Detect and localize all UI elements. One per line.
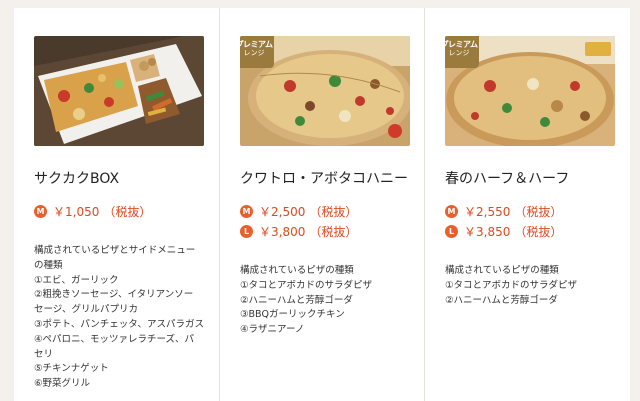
- price-value: ￥2,550: [464, 204, 511, 219]
- premium-range-badge: プレミアム レンジ: [240, 36, 274, 68]
- premium-range-badge: プレミアム レンジ: [445, 36, 479, 68]
- price-row-l: L ￥3,800 （税抜）: [240, 222, 408, 240]
- description-line: ④ペパロニ、モッツァレラチーズ、パ: [34, 333, 195, 345]
- badge-line2: レンジ: [448, 49, 470, 58]
- price-list: M ￥2,500 （税抜） L ￥3,800 （税抜）: [240, 202, 408, 240]
- product-card-quattro-abotaco-honey[interactable]: プレミアム レンジ クワトロ・アボタコハニー M ￥2,500 （税抜） L ￥…: [219, 8, 424, 401]
- product-card-saku-kaku-box[interactable]: サクカクBOX M ￥1,050 （税抜） 構成されているピザとサイドメニュー …: [14, 8, 219, 401]
- description-line: ②ハニーハムと芳醇ゴーダ: [240, 294, 353, 306]
- price-value: ￥3,800: [259, 224, 306, 239]
- description-line: ③ポテト、パンチェッタ、アスパラガス: [34, 318, 205, 330]
- price-row-m: M ￥1,050 （税抜）: [34, 202, 203, 220]
- tax-label: （税抜）: [309, 204, 358, 219]
- description-line: 構成されているピザの種類: [240, 265, 354, 276]
- description-line: 構成されているピザとサイドメニュー: [34, 245, 196, 256]
- description-line: ⑥野菜グリル: [34, 378, 91, 390]
- price-row-l: L ￥3,850 （税抜）: [445, 222, 613, 240]
- description-line: ④ラザニアーノ: [240, 324, 305, 336]
- description-line: ①エビ、ガーリック: [34, 274, 119, 286]
- product-name[interactable]: 春のハーフ＆ハーフ: [445, 168, 613, 188]
- product-photo[interactable]: プレミアム レンジ: [445, 36, 615, 146]
- description-line: 構成されているピザの種類: [445, 265, 559, 276]
- description-line: ①タコとアボカドのサラダピザ: [240, 279, 373, 291]
- product-description: 構成されているピザの種類 ①タコとアボカドのサラダピザ ②ハニーハムと芳醇ゴーダ…: [240, 264, 408, 338]
- price-list: M ￥2,550 （税抜） L ￥3,850 （税抜）: [445, 202, 613, 240]
- product-description: 構成されているピザとサイドメニュー の種類 ①エビ、ガーリック ②粗挽きソーセー…: [34, 244, 205, 392]
- description-line: ⑤チキンナゲット: [34, 363, 109, 375]
- product-name[interactable]: クワトロ・アボタコハニー: [240, 168, 408, 188]
- description-line: セリ: [34, 348, 54, 360]
- product-card-spring-half-and-half[interactable]: プレミアム レンジ 春のハーフ＆ハーフ M ￥2,550 （税抜） L ￥3,8…: [424, 8, 629, 401]
- tax-label: （税抜）: [103, 204, 152, 219]
- description-line: ①タコとアボカドのサラダピザ: [445, 279, 578, 291]
- description-line: ②粗挽きソーセージ、イタリアンソー: [34, 289, 194, 301]
- tax-label: （税抜）: [309, 224, 358, 239]
- badge-line1: プレミアム: [240, 39, 273, 49]
- tax-label: （税抜）: [514, 224, 563, 239]
- description-line: ③BBQガーリックチキン: [240, 309, 345, 321]
- price-value: ￥2,500: [259, 204, 306, 219]
- size-m-icon: M: [445, 204, 458, 218]
- size-l-icon: L: [240, 224, 253, 238]
- product-photo[interactable]: [34, 36, 204, 146]
- price-row-m: M ￥2,550 （税抜）: [445, 202, 613, 220]
- tax-label: （税抜）: [514, 204, 563, 219]
- price-value: ￥3,850: [464, 224, 511, 239]
- price-row-m: M ￥2,500 （税抜）: [240, 202, 408, 220]
- size-m-icon: M: [240, 204, 253, 218]
- description-line: ②ハニーハムと芳醇ゴーダ: [445, 294, 558, 306]
- badge-line2: レンジ: [243, 49, 265, 58]
- size-l-icon: L: [445, 224, 458, 238]
- description-line: セージ、グリルパプリカ: [34, 304, 139, 316]
- price-list: M ￥1,050 （税抜）: [34, 202, 203, 220]
- product-photo[interactable]: プレミアム レンジ: [240, 36, 410, 146]
- product-description: 構成されているピザの種類 ①タコとアボカドのサラダピザ ②ハニーハムと芳醇ゴーダ: [445, 264, 613, 308]
- price-value: ￥1,050: [53, 204, 100, 219]
- size-m-icon: M: [34, 204, 47, 218]
- box-pizza-image: [34, 36, 204, 146]
- product-grid: サクカクBOX M ￥1,050 （税抜） 構成されているピザとサイドメニュー …: [14, 8, 630, 401]
- product-name[interactable]: サクカクBOX: [34, 168, 203, 188]
- description-line: の種類: [34, 259, 63, 271]
- badge-line1: プレミアム: [445, 39, 478, 49]
